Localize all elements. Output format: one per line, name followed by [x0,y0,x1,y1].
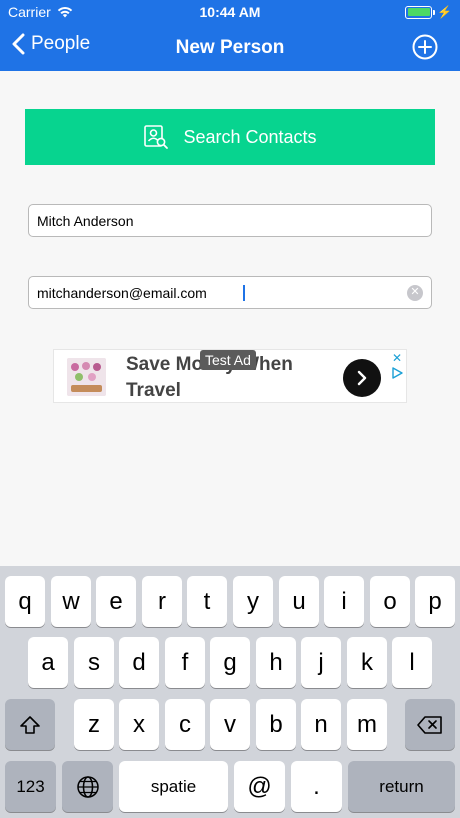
ad-thumbnail-image [67,358,106,396]
navigation-header: Carrier 10:44 AM ⚡ People New Person [0,0,460,71]
contact-search-icon [144,125,169,149]
test-ad-badge: Test Ad [200,350,256,370]
key-h[interactable]: h [256,637,296,688]
shift-key[interactable] [5,699,55,750]
numbers-key[interactable]: 123 [5,761,56,812]
key-z[interactable]: z [74,699,114,750]
ad-banner[interactable]: Save Money When Travel Test Ad ✕ [53,349,407,403]
dot-key[interactable]: . [291,761,342,812]
key-e[interactable]: e [96,576,136,627]
status-bar: Carrier 10:44 AM ⚡ [0,0,460,24]
backspace-icon [417,715,442,734]
key-j[interactable]: j [301,637,341,688]
email-input[interactable] [37,284,242,301]
key-n[interactable]: n [301,699,341,750]
key-v[interactable]: v [210,699,250,750]
search-contacts-label: Search Contacts [183,126,317,147]
key-u[interactable]: u [279,576,319,627]
page-title: New Person [175,37,285,58]
battery-icon: ⚡ [405,5,452,19]
chevron-right-icon [357,370,367,386]
key-y[interactable]: y [233,576,273,627]
globe-key[interactable] [62,761,113,812]
key-c[interactable]: c [165,699,205,750]
name-input[interactable] [37,212,423,229]
key-g[interactable]: g [210,637,250,688]
email-field[interactable]: ✕ [28,276,432,309]
return-key[interactable]: return [348,761,455,812]
key-f[interactable]: f [165,637,205,688]
name-field[interactable] [28,204,432,237]
search-contacts-button[interactable]: Search Contacts [25,109,435,165]
key-r[interactable]: r [142,576,182,627]
ad-choices-icon[interactable] [391,367,403,379]
ad-open-button[interactable] [343,359,381,397]
key-o[interactable]: o [370,576,410,627]
status-time: 10:44 AM [199,4,261,20]
shift-arrow-icon [20,715,40,734]
key-i[interactable]: i [324,576,364,627]
at-key[interactable]: @ [234,761,285,812]
key-t[interactable]: t [187,576,227,627]
charging-bolt-icon: ⚡ [437,5,452,19]
text-cursor [243,284,245,301]
key-a[interactable]: a [28,637,68,688]
key-k[interactable]: k [347,637,387,688]
delete-key[interactable] [405,699,455,750]
key-w[interactable]: w [51,576,91,627]
space-key[interactable]: spatie [119,761,228,812]
onscreen-keyboard: q w e r t y u i o p a s d f g h j k l z … [0,566,460,818]
key-m[interactable]: m [347,699,387,750]
key-b[interactable]: b [256,699,296,750]
key-s[interactable]: s [74,637,114,688]
ad-close-icon[interactable]: ✕ [392,351,402,365]
key-d[interactable]: d [119,637,159,688]
key-p[interactable]: p [415,576,455,627]
key-q[interactable]: q [5,576,45,627]
key-x[interactable]: x [119,699,159,750]
add-circle-icon[interactable] [412,34,438,60]
globe-icon [76,775,99,798]
key-l[interactable]: l [392,637,432,688]
clear-text-icon[interactable]: ✕ [407,284,423,301]
